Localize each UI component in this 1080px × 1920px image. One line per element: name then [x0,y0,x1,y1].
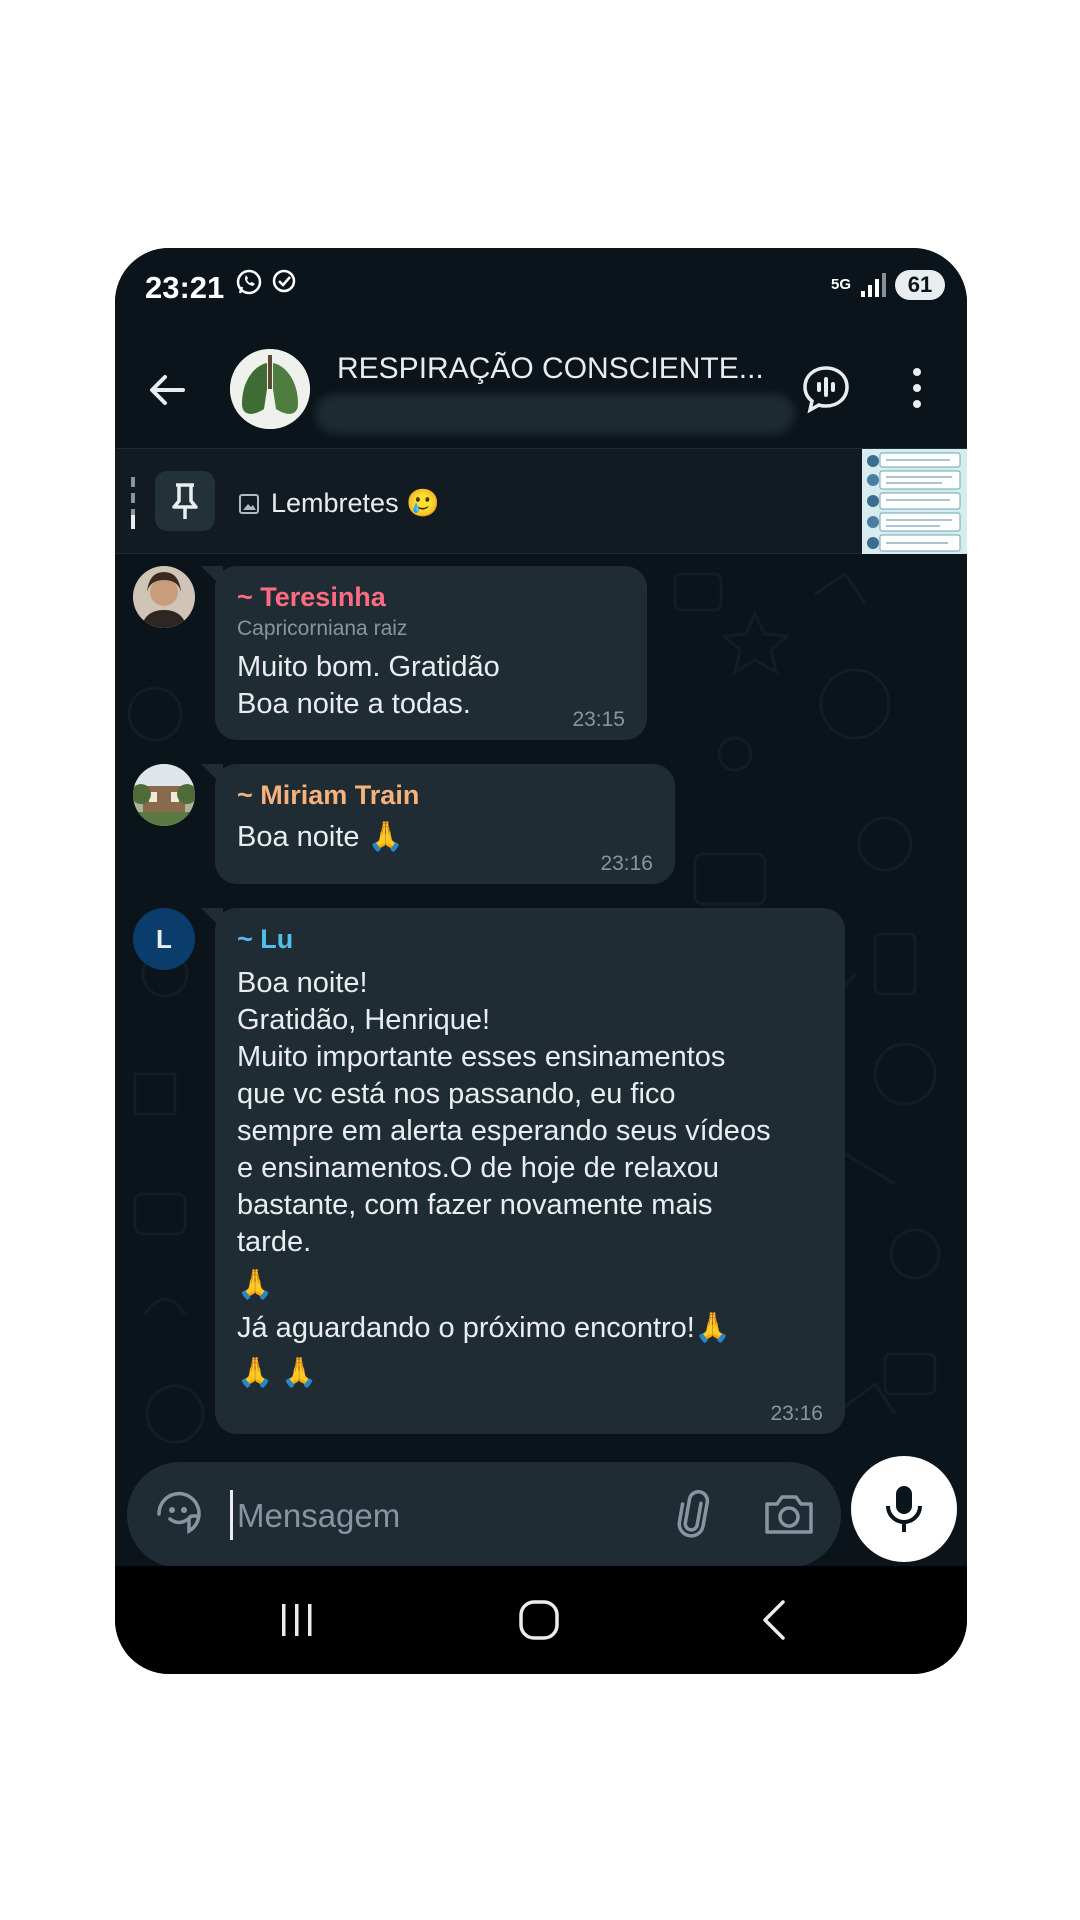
message-emoji-line: 🙏 🙏 [237,1357,318,1389]
message-timestamp: 23:16 [770,1402,823,1425]
message-text-line: Já aguardando o próximo encontro!🙏 [237,1312,731,1344]
camera-icon[interactable] [761,1488,817,1540]
message-text-line: Boa noite 🙏 [237,821,404,853]
pinned-label: Lembretes [271,488,399,518]
message-bubble[interactable]: ~ Miriam Train Boa noite 🙏 23:16 [201,764,675,884]
message-timestamp: 23:15 [572,708,625,731]
message-input[interactable] [235,1486,639,1546]
bubble-tail [201,764,223,786]
network-label: 5G [830,276,851,293]
voice-message-button[interactable] [851,1456,957,1562]
voice-chat-icon[interactable] [801,364,851,414]
group-subtitle-blurred [315,394,795,434]
back-arrow-icon[interactable] [145,368,189,412]
home-icon[interactable] [517,1598,561,1642]
phone-screen: 23:21 5G 61 RESPIRAÇÃO CONSCIENTE... Lem… [115,248,967,1674]
whatsapp-notification-icon [236,269,262,295]
pinned-message-text: Lembretes 🥲 [271,487,440,519]
text-caret [230,1490,233,1540]
signal-icon [861,273,886,297]
message-text-line: Boa noite a todas. [237,688,471,720]
pinned-message-bar[interactable]: Lembretes 🥲 [115,448,967,554]
message-text-line: que vc está nos passando, eu fico [237,1078,676,1110]
avatar-miriam-train[interactable] [133,764,195,826]
image-icon [239,494,259,514]
sender-subtitle: Capricorniana raiz [237,617,408,640]
pin-icon [172,483,198,519]
sender-name[interactable]: ~ Teresinha [237,582,625,613]
avatar-letter: L [156,924,172,954]
message-text-line: sempre em alerta esperando seus vídeos [237,1115,771,1147]
message-text-line: Muito importante esses ensinamentos [237,1041,726,1073]
message-bubble[interactable]: ~ Teresinha Capricorniana raiz Muito bom… [201,566,647,740]
pinned-emoji: 🥲 [406,488,440,519]
message-bubble[interactable]: ~ Lu Boa noite! Gratidão, Henrique! Muit… [201,908,845,1434]
battery-indicator: 61 [895,270,945,300]
more-options-icon[interactable] [907,366,927,410]
status-time: 23:21 [145,270,225,305]
status-bar: 23:21 5G 61 [115,248,967,328]
sticker-icon[interactable] [153,1488,205,1540]
message-timestamp: 23:16 [600,852,653,875]
status-notification-icons [235,268,297,296]
sender-name[interactable]: ~ Miriam Train [237,780,653,811]
lungs-icon [230,349,310,429]
chat-header: RESPIRAÇÃO CONSCIENTE... [115,328,967,448]
recent-apps-icon[interactable] [277,1600,317,1640]
sender-name[interactable]: ~ Lu [237,924,823,955]
avatar-photo [133,764,195,826]
pinned-thumbnail[interactable] [862,449,967,554]
message-text-line: Muito bom. Gratidão [237,651,500,683]
message-text-line: Boa noite! [237,967,368,999]
message-emoji-line: 🙏 [237,1269,274,1301]
message-text-line: e ensinamentos.O de hoje de relaxou [237,1152,720,1184]
message-text-line: bastante, com fazer novamente mais [237,1189,713,1221]
thumbnail-image [862,449,967,554]
message-text-line: Gratidão, Henrique! [237,1004,491,1036]
check-circle-icon [272,269,296,293]
status-system-icons: 5G 61 [831,270,945,300]
message-composer [127,1462,841,1568]
avatar-photo [133,566,195,628]
bubble-tail [201,908,223,930]
chat-messages-area[interactable]: ~ Teresinha Capricorniana raiz Muito bom… [115,554,967,1474]
group-avatar[interactable] [230,349,310,429]
message-text-line: tarde. [237,1226,312,1258]
microphone-icon [886,1486,922,1532]
attachment-icon[interactable] [667,1488,719,1540]
bubble-tail [201,566,223,588]
system-navigation-bar [115,1566,967,1674]
group-title[interactable]: RESPIRAÇÃO CONSCIENTE... [337,352,764,386]
back-icon[interactable] [757,1598,793,1642]
avatar-teresinha[interactable] [133,566,195,628]
pin-button[interactable] [155,471,215,531]
pin-position-indicator [131,477,135,529]
avatar-lu[interactable]: L [133,908,195,970]
